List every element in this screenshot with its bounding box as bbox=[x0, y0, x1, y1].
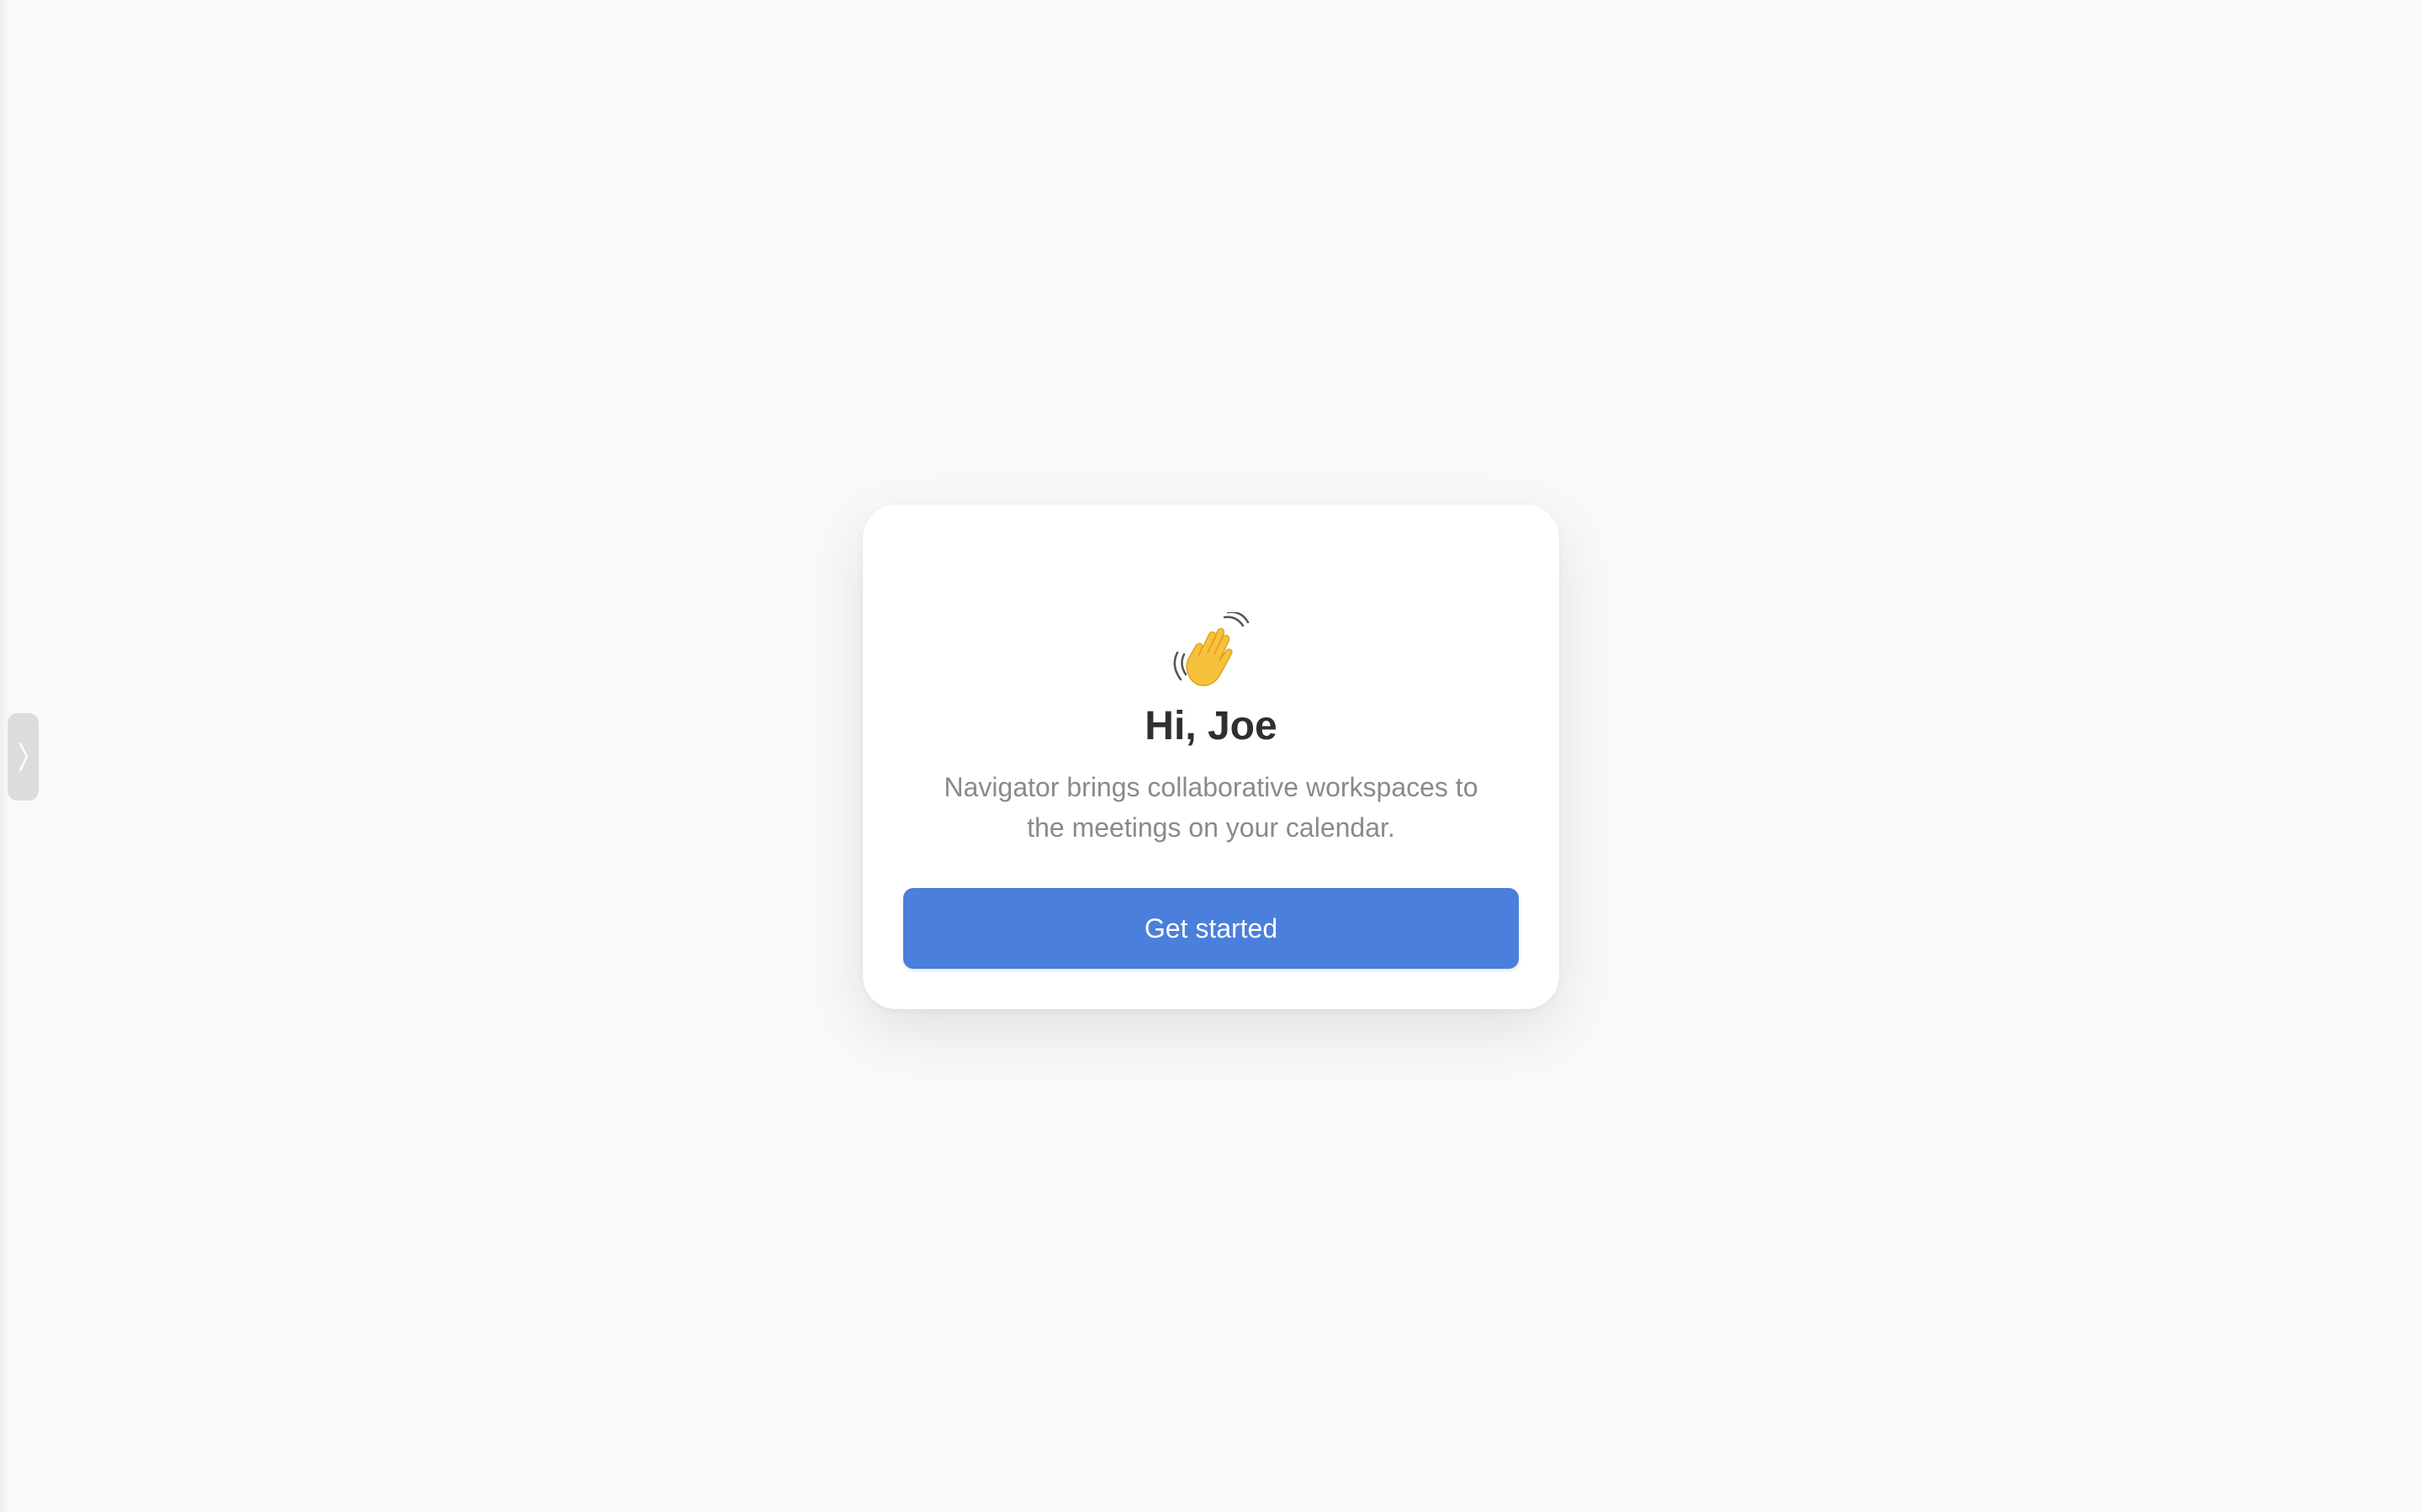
get-started-button[interactable]: Get started bbox=[903, 888, 1519, 969]
waving-hand-icon bbox=[1172, 611, 1250, 690]
sidebar-toggle-button[interactable] bbox=[8, 713, 39, 801]
welcome-title: Hi, Joe bbox=[1145, 704, 1277, 748]
chevron-right-icon bbox=[18, 740, 29, 774]
welcome-subtitle: Navigator brings collaborative workspace… bbox=[944, 772, 1478, 843]
welcome-card: Hi, Joe Navigator brings collaborative w… bbox=[863, 505, 1559, 1009]
